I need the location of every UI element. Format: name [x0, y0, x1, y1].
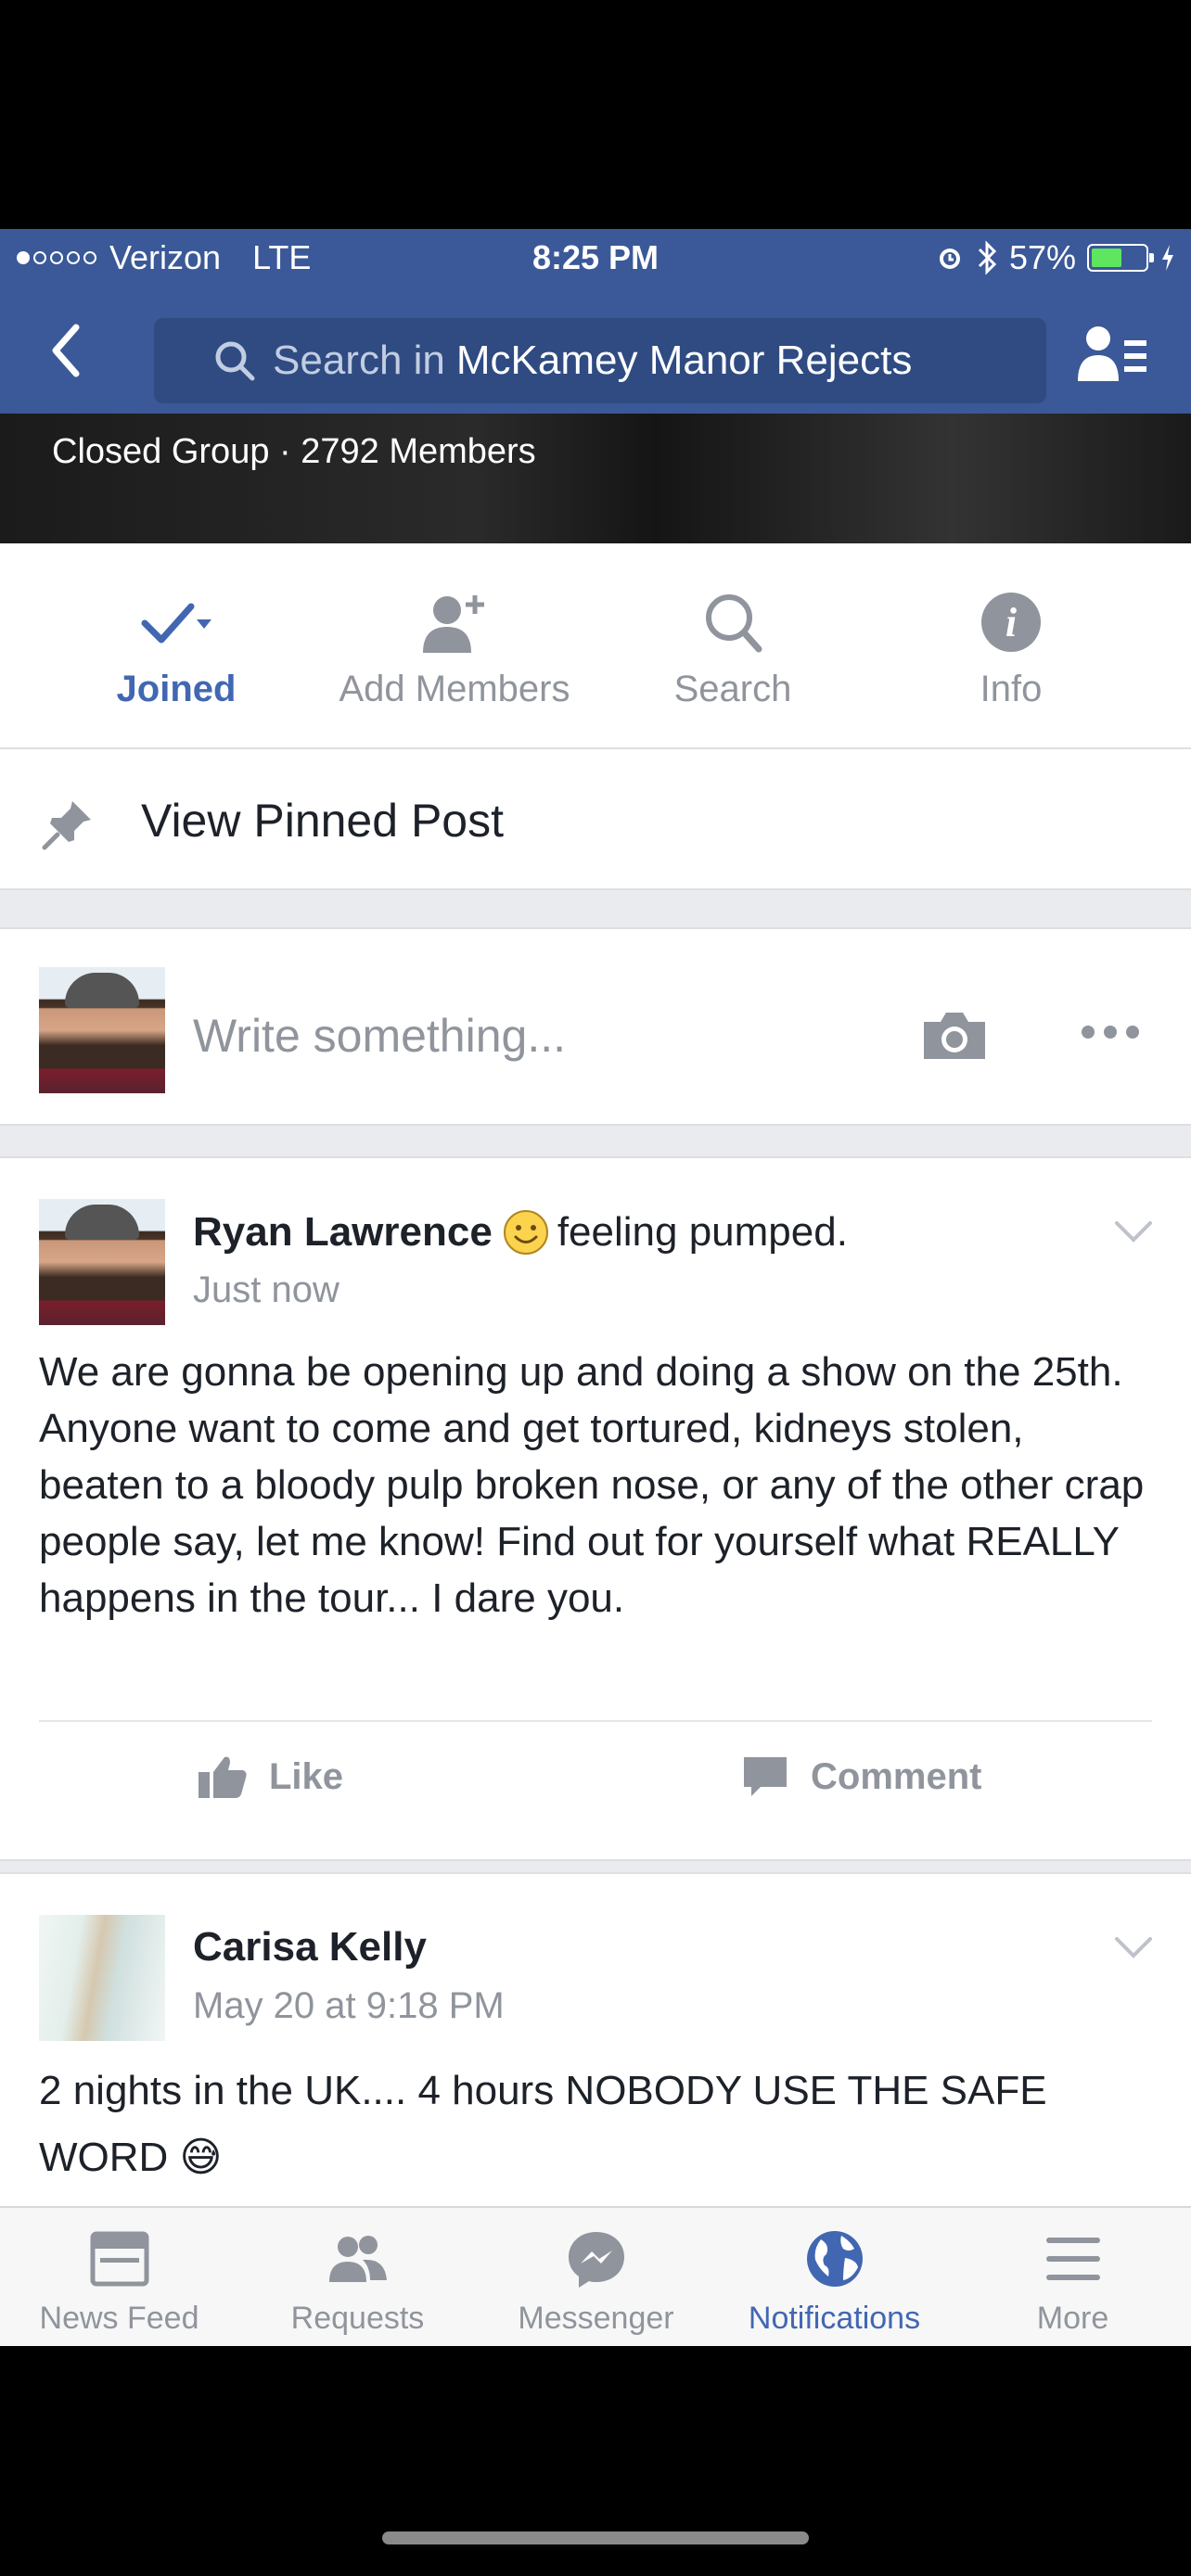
author-name[interactable]: Ryan Lawrence: [193, 1209, 493, 1256]
info-icon: i: [981, 593, 1041, 652]
back-arrow-icon[interactable]: [46, 320, 83, 381]
alarm-icon: [939, 249, 960, 269]
search-group-name: McKamey Manor Rejects: [455, 338, 913, 383]
info-label: Info: [980, 669, 1043, 709]
comment-bubble-icon: [744, 1757, 787, 1796]
bluetooth-icon: [978, 240, 997, 275]
avatar[interactable]: [39, 1199, 165, 1325]
checkmark-dropdown-icon: [141, 603, 211, 644]
post-divider: [39, 1720, 1152, 1722]
comment-label: Comment: [811, 1755, 982, 1797]
more-options-icon[interactable]: [1082, 1026, 1139, 1039]
battery-percent: 57%: [1008, 238, 1076, 276]
messenger-icon: [568, 2232, 624, 2288]
group-cover-photo: Closed Group · 2792 Members: [0, 414, 1191, 543]
search-label: Search: [673, 669, 792, 709]
post-timestamp[interactable]: May 20 at 9:18 PM: [193, 1985, 505, 2027]
joined-label: Joined: [116, 669, 237, 709]
svg-text:i: i: [1005, 600, 1018, 645]
thumbs-up-icon: [198, 1756, 247, 1798]
tab-label: News Feed: [39, 2301, 199, 2336]
tab-label: Requests: [290, 2301, 425, 2336]
write-something-input[interactable]: Write something...: [193, 1009, 566, 1063]
friend-requests-icon: [328, 2236, 387, 2282]
view-pinned-post[interactable]: View Pinned Post: [0, 749, 1191, 890]
search-group-button[interactable]: Search: [594, 543, 872, 747]
avatar[interactable]: [39, 1915, 165, 2041]
like-button[interactable]: Like: [197, 1753, 343, 1800]
author-name[interactable]: Carisa Kelly: [193, 1924, 427, 1970]
tab-label: Messenger: [518, 2301, 674, 2336]
add-member-icon: [423, 595, 484, 653]
like-label: Like: [269, 1755, 344, 1797]
tab-label: Notifications: [748, 2301, 921, 2336]
post-header: Ryan Lawrence feeling pumped.: [193, 1208, 848, 1256]
tab-requests[interactable]: Requests: [238, 2208, 477, 2346]
chevron-down-icon[interactable]: [1113, 1933, 1154, 1961]
post-text: We are gonna be opening up and doing a s…: [39, 1349, 1145, 1621]
bottom-tab-bar: News Feed Requests Messenger Notificatio…: [0, 2206, 1191, 2346]
camera-icon[interactable]: [920, 1007, 989, 1063]
chevron-down-icon[interactable]: [1113, 1218, 1154, 1245]
smiley-icon: [503, 1210, 548, 1255]
joined-button[interactable]: Joined: [37, 543, 315, 747]
app-screen: Verizon LTE 8:25 PM 57% Search in McKame…: [0, 229, 1191, 2346]
group-action-bar: Joined Add Members Search i Info: [0, 543, 1191, 749]
tab-notifications[interactable]: Notifications: [715, 2208, 954, 2346]
charging-icon: [1162, 245, 1173, 271]
status-bar: Verizon LTE 8:25 PM 57%: [0, 229, 1191, 290]
post-text: 2 nights in the UK.... 4 hours NOBODY US…: [39, 2068, 1047, 2180]
info-button[interactable]: i Info: [872, 543, 1150, 747]
search-prefix: Search in: [273, 338, 445, 383]
avatar: [39, 967, 165, 1093]
tab-label: More: [1036, 2301, 1109, 2336]
add-members-label: Add Members: [339, 669, 570, 709]
tab-messenger[interactable]: Messenger: [477, 2208, 715, 2346]
feeling-text: feeling pumped.: [557, 1209, 848, 1255]
members-list-icon[interactable]: [1076, 322, 1150, 387]
search-icon: [215, 341, 255, 381]
battery-icon: [1087, 244, 1154, 272]
pin-icon: [42, 801, 91, 850]
group-search-bar[interactable]: Search in McKamey Manor Rejects: [154, 318, 1046, 403]
status-right: 57%: [935, 238, 1176, 277]
home-indicator[interactable]: [382, 2531, 809, 2544]
comment-button[interactable]: Comment: [740, 1753, 981, 1800]
group-meta: Closed Group · 2792 Members: [52, 432, 536, 471]
hamburger-menu-icon: [1045, 2238, 1100, 2280]
feed-post: Ryan Lawrence feeling pumped. Just now W…: [0, 1156, 1191, 1861]
post-timestamp[interactable]: Just now: [193, 1269, 339, 1311]
feeling-activity: feeling pumped.: [502, 1208, 848, 1256]
globe-icon: [806, 2231, 863, 2287]
search-icon: [706, 594, 762, 653]
pinned-label: View Pinned Post: [141, 795, 504, 847]
tab-news-feed[interactable]: News Feed: [0, 2208, 238, 2346]
add-members-button[interactable]: Add Members: [315, 543, 594, 747]
news-feed-icon: [90, 2231, 148, 2287]
tab-more[interactable]: More: [954, 2208, 1191, 2346]
nav-bar: Search in McKamey Manor Rejects: [0, 290, 1191, 414]
post-composer: Write something...: [0, 927, 1191, 1126]
post-header: Carisa Kelly: [193, 1924, 427, 1970]
